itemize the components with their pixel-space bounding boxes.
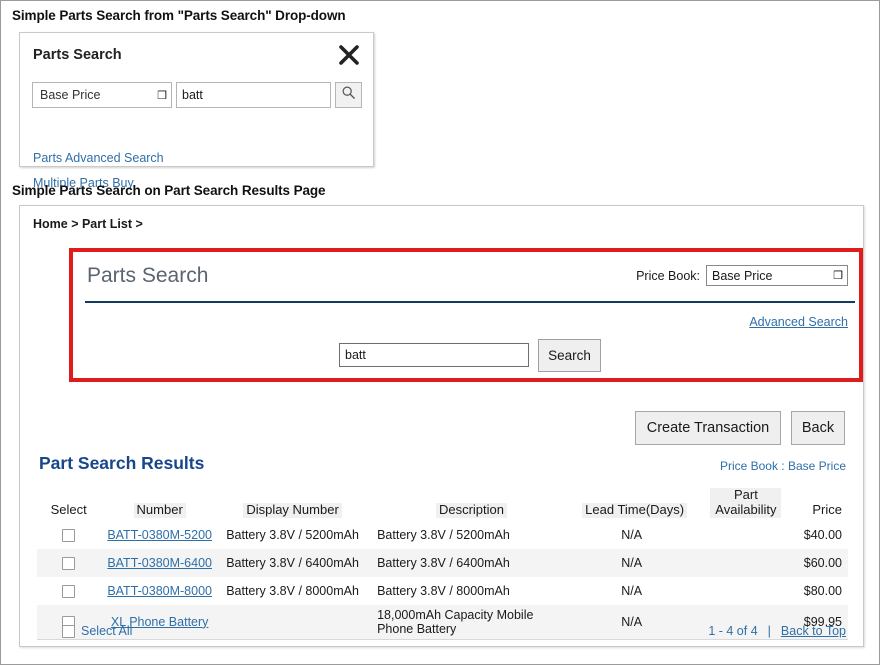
row-number-cell: BATT-0380M-6400 bbox=[100, 548, 220, 577]
table-row: BATT-0380M-8000 Battery 3.8V / 8000mAh B… bbox=[37, 577, 848, 605]
header-price[interactable]: Price bbox=[785, 485, 848, 521]
row-checkbox[interactable] bbox=[62, 556, 76, 570]
title-underline-rule bbox=[85, 301, 855, 303]
row-checkbox[interactable] bbox=[62, 528, 76, 542]
search-row: Search bbox=[339, 339, 601, 372]
row-display-number bbox=[219, 604, 367, 640]
highlight-box-parts-search: Parts Search Price Book: Base Price ❒ Ad… bbox=[69, 248, 863, 382]
back-button[interactable]: Back bbox=[791, 411, 845, 445]
table-footer: 1 - 4 of 4 | Back to Top bbox=[708, 624, 846, 638]
row-description: Battery 3.8V / 5200mAh bbox=[377, 527, 510, 542]
price-book-value: Base Price bbox=[712, 268, 773, 283]
row-description: 18,000mAh Capacity Mobile Phone Battery bbox=[366, 604, 577, 640]
footer-divider: | bbox=[767, 624, 771, 638]
pagination-text: 1 - 4 of 4 bbox=[708, 624, 758, 638]
row-availability bbox=[706, 548, 786, 577]
create-transaction-button[interactable]: Create Transaction bbox=[635, 411, 781, 445]
part-number-link[interactable]: BATT-0380M-5200 bbox=[107, 528, 212, 542]
row-lead-time: N/A bbox=[576, 604, 707, 640]
price-book-note: Price Book : Base Price bbox=[719, 459, 846, 473]
close-x-icon[interactable] bbox=[337, 43, 361, 67]
row-checkbox[interactable] bbox=[62, 584, 76, 598]
row-display-number: Battery 3.8V / 8000mAh bbox=[226, 583, 359, 598]
table-header-row: Select Number Display Number Description… bbox=[37, 485, 848, 521]
table-row: BATT-0380M-6400 Battery 3.8V / 6400mAh B… bbox=[37, 548, 848, 577]
parts-search-title: Parts Search bbox=[87, 264, 209, 287]
dropdown-search-input[interactable] bbox=[176, 82, 331, 108]
row-availability bbox=[706, 521, 785, 549]
part-search-results-heading: Part Search Results bbox=[39, 453, 205, 473]
header-display-number[interactable]: Display Number bbox=[219, 485, 366, 521]
part-results-table: Select Number Display Number Description… bbox=[37, 485, 848, 640]
dropdown-search-row: Base Price ❒ bbox=[32, 82, 362, 108]
chevron-down-icon: ❒ bbox=[833, 270, 843, 282]
advanced-search-link[interactable]: Advanced Search bbox=[749, 315, 848, 329]
table-body: BATT-0380M-5200 Battery 3.8V / 5200mAh B… bbox=[37, 521, 848, 640]
search-input[interactable] bbox=[339, 343, 529, 367]
row-select-cell bbox=[37, 521, 100, 549]
select-all-checkbox[interactable] bbox=[62, 624, 75, 638]
row-availability bbox=[706, 577, 785, 605]
row-number-cell: BATT-0380M-5200 bbox=[100, 521, 219, 549]
breadcrumb[interactable]: Home > Part List > bbox=[33, 217, 143, 231]
part-search-results-page: Home > Part List > Parts Search Price Bo… bbox=[19, 205, 864, 647]
select-all-label: Select All bbox=[81, 624, 133, 638]
back-to-top-link[interactable]: Back to Top bbox=[781, 624, 846, 638]
row-lead-time: N/A bbox=[621, 527, 643, 542]
section-caption-dropdown: Simple Parts Search from "Parts Search" … bbox=[12, 8, 346, 23]
magnifier-icon bbox=[341, 85, 356, 105]
parts-search-dropdown-panel: Parts Search Base Price ❒ Parts Advanced… bbox=[19, 32, 374, 190]
price-book-select[interactable]: Base Price ❒ bbox=[706, 265, 848, 286]
chevron-down-icon: ❒ bbox=[157, 89, 167, 102]
header-part-availability[interactable]: Part Availability bbox=[706, 485, 785, 521]
price-book-label: Price Book: bbox=[636, 268, 700, 283]
price-book-control: Price Book: Base Price ❒ bbox=[636, 265, 848, 286]
part-number-link[interactable]: BATT-0380M-8000 bbox=[107, 584, 212, 598]
row-description: Battery 3.8V / 8000mAh bbox=[377, 583, 510, 598]
row-lead-time: N/A bbox=[576, 548, 707, 577]
select-all-control[interactable]: Select All bbox=[62, 624, 132, 638]
header-select: Select bbox=[50, 501, 87, 517]
price-book-select-value: Base Price bbox=[40, 88, 101, 102]
parts-advanced-search-link[interactable]: Parts Advanced Search bbox=[33, 151, 164, 165]
section-caption-results: Simple Parts Search on Part Search Resul… bbox=[12, 183, 326, 198]
row-description: Battery 3.8V / 6400mAh bbox=[366, 548, 577, 577]
price-book-select-dropdown[interactable]: Base Price ❒ bbox=[32, 82, 172, 108]
action-buttons: Create Transaction Back bbox=[635, 411, 845, 445]
header-number[interactable]: Number bbox=[100, 485, 219, 521]
row-display-number: Battery 3.8V / 5200mAh bbox=[226, 527, 359, 542]
row-price: $80.00 bbox=[803, 583, 842, 598]
header-description[interactable]: Description bbox=[366, 485, 577, 521]
row-display-number: Battery 3.8V / 6400mAh bbox=[219, 548, 367, 577]
header-lead-time[interactable]: Lead Time(Days) bbox=[577, 485, 706, 521]
row-number-cell: BATT-0380M-8000 bbox=[100, 577, 219, 605]
row-lead-time: N/A bbox=[621, 583, 643, 598]
table-row: BATT-0380M-5200 Battery 3.8V / 5200mAh B… bbox=[37, 521, 848, 549]
row-price: $60.00 bbox=[785, 548, 848, 577]
search-button[interactable]: Search bbox=[538, 339, 601, 372]
part-number-link[interactable]: BATT-0380M-6400 bbox=[107, 556, 212, 570]
row-price: $40.00 bbox=[803, 527, 842, 542]
dropdown-search-button[interactable] bbox=[335, 82, 362, 108]
row-select-cell bbox=[37, 548, 101, 577]
dropdown-panel-title: Parts Search bbox=[33, 47, 122, 63]
row-select-cell bbox=[37, 577, 100, 605]
